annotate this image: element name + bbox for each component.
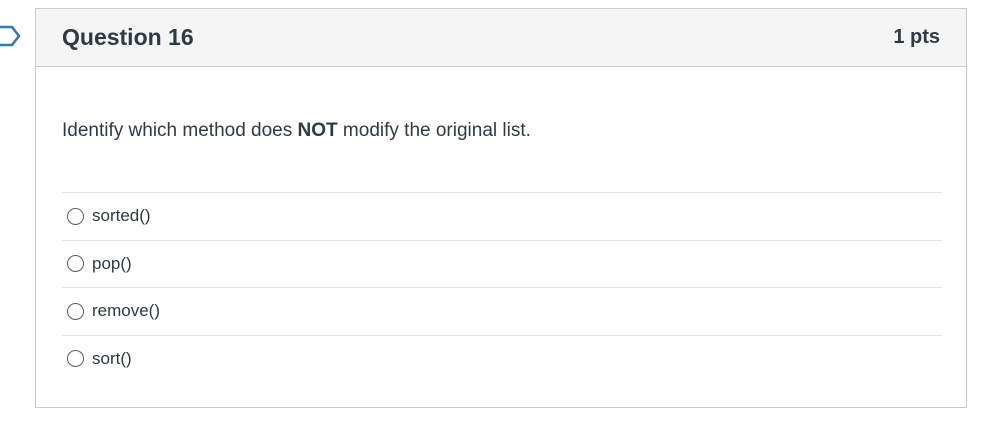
radio-button[interactable] [67, 207, 84, 225]
flag-question-icon[interactable] [0, 25, 22, 47]
question-card: Question 16 1 pts Identify which method … [35, 8, 967, 408]
question-text-before: Identify which method does [62, 120, 298, 141]
question-points: 1 pts [893, 26, 940, 48]
answer-label[interactable]: remove() [92, 301, 160, 321]
question-text-bold: NOT [297, 120, 338, 141]
answer-label[interactable]: sort() [92, 349, 132, 369]
answer-option[interactable]: remove() [62, 287, 942, 335]
question-text-after: modify the original list. [337, 120, 531, 141]
answer-label[interactable]: sorted() [92, 206, 151, 226]
answer-option[interactable]: sorted() [62, 192, 942, 240]
question-header: Question 16 1 pts [36, 9, 966, 67]
answer-option[interactable]: sort() [62, 334, 942, 383]
answer-list: sorted() pop() remove() sort() [62, 192, 942, 382]
question-title: Question 16 [62, 24, 194, 50]
question-text: Identify which method does NOT modify th… [62, 120, 531, 142]
answer-option[interactable]: pop() [62, 239, 942, 288]
radio-button[interactable] [67, 255, 84, 273]
radio-button[interactable] [67, 302, 84, 320]
radio-button[interactable] [67, 350, 84, 368]
answer-label[interactable]: pop() [92, 254, 132, 274]
